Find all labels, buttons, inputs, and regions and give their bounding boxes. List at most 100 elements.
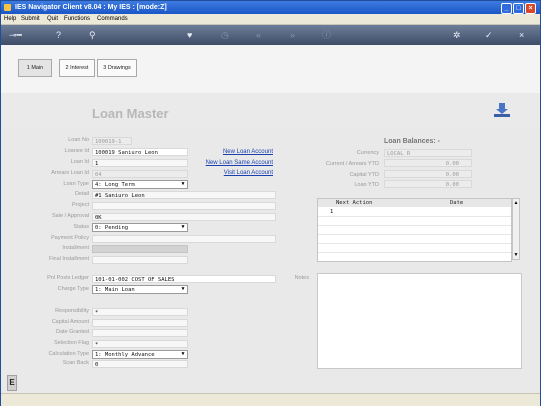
loanee-id-label: Loanee Id bbox=[64, 148, 89, 154]
date-column-header: Date bbox=[450, 200, 464, 206]
grid-header: Next Action Date bbox=[318, 199, 511, 207]
table-row[interactable]: 1 bbox=[318, 208, 511, 217]
grid-scrollbar[interactable]: ▲ ▼ bbox=[512, 198, 520, 260]
status-bar bbox=[1, 393, 540, 406]
next-action-grid: Next Action Date 1 bbox=[317, 198, 512, 262]
menu-submit[interactable]: Submit bbox=[21, 16, 40, 22]
installment-label: Installment bbox=[62, 245, 89, 251]
responsibility-label: Responsibility bbox=[55, 308, 89, 314]
visit-loan-account-link[interactable]: Visit Loan Account bbox=[224, 170, 273, 176]
app-window: IES Navigator Client v8.04 : My IES : [m… bbox=[0, 0, 541, 406]
project-label: Project bbox=[71, 202, 89, 208]
key-icon[interactable]: ⊸━ bbox=[9, 29, 22, 41]
loan-id-label: Loan Id bbox=[70, 159, 89, 165]
date-granted-label: Date Granted bbox=[55, 329, 89, 335]
table-row[interactable] bbox=[318, 217, 511, 226]
selection-flag-field[interactable]: * bbox=[92, 340, 188, 348]
loanee-id-field[interactable]: 100019 Saniuro Leon bbox=[92, 148, 188, 156]
arrears-loan-id-field: 04 bbox=[92, 170, 188, 178]
heart-icon[interactable]: ♥ bbox=[187, 29, 192, 41]
detail-field[interactable]: #1 Saniuro Leon bbox=[92, 191, 276, 199]
calculation-type-label: Calculation Type bbox=[48, 351, 89, 357]
scroll-up-icon[interactable]: ▲ bbox=[513, 199, 519, 207]
page-heading: Loan Master bbox=[1, 93, 540, 129]
calculation-type-select[interactable]: 1: Monthly Advance ▼ bbox=[92, 350, 188, 359]
sale-approval-label: Sale / Approval bbox=[52, 213, 89, 219]
capital-ytd-field: 0.00 bbox=[384, 170, 472, 178]
loan-id-field[interactable]: 1 bbox=[92, 159, 188, 167]
help-icon[interactable]: ? bbox=[56, 29, 61, 41]
search-icon[interactable]: ⚲ bbox=[89, 29, 96, 41]
loan-type-select[interactable]: 4: Long Term ▼ bbox=[92, 180, 188, 189]
gear-icon[interactable]: ✲ bbox=[453, 29, 461, 41]
tab-interest[interactable]: 2 Interest bbox=[59, 59, 95, 77]
side-badge[interactable]: E bbox=[7, 375, 17, 391]
charge-type-select[interactable]: 1: Main Loan ▼ bbox=[92, 285, 188, 294]
table-row[interactable] bbox=[318, 235, 511, 244]
loan-no-label: Loan No bbox=[68, 137, 89, 143]
tab-main[interactable]: 1 Main bbox=[18, 59, 52, 77]
app-icon bbox=[4, 4, 11, 11]
status-value: 0: Pending bbox=[95, 225, 129, 231]
rewind-icon[interactable]: « bbox=[256, 29, 261, 41]
chevron-down-icon: ▼ bbox=[181, 286, 185, 292]
chevron-down-icon: ▼ bbox=[181, 351, 185, 357]
charge-type-value: 1: Main Loan bbox=[95, 287, 135, 293]
calculation-type-value: 1: Monthly Advance bbox=[95, 352, 155, 358]
next-action-column-header: Next Action bbox=[336, 200, 373, 206]
current-arrears-ytd-field: 0.00 bbox=[384, 159, 472, 167]
loan-type-value: 4: Long Term bbox=[95, 182, 135, 188]
table-row[interactable] bbox=[318, 244, 511, 253]
pnl-posts-ledger-field[interactable]: 101-01-002 COST OF SALES bbox=[92, 275, 276, 283]
selection-flag-label: Selection Flag bbox=[54, 340, 89, 346]
loan-ytd-field: 0.00 bbox=[384, 180, 472, 188]
sale-approval-field[interactable]: 0K bbox=[92, 213, 276, 221]
clock-icon[interactable]: ◷ bbox=[221, 29, 229, 41]
minimize-button[interactable]: _ bbox=[501, 3, 512, 14]
final-installment-field[interactable] bbox=[92, 256, 188, 264]
check-icon[interactable]: ✓ bbox=[485, 29, 493, 41]
chevron-down-icon: ▼ bbox=[181, 224, 185, 230]
notes-textarea[interactable] bbox=[317, 273, 522, 369]
title-bar: IES Navigator Client v8.04 : My IES : [m… bbox=[1, 1, 540, 14]
download-icon[interactable] bbox=[493, 101, 511, 119]
date-granted-field[interactable] bbox=[92, 329, 188, 337]
status-select[interactable]: 0: Pending ▼ bbox=[92, 223, 188, 232]
final-installment-label: Final Installment bbox=[48, 256, 89, 262]
toolbar: ⊸━ ? ⚲ ♥ ◷ « » ⓘ ✲ ✓ × bbox=[1, 25, 540, 45]
capital-amount-field[interactable] bbox=[92, 319, 188, 327]
close-icon[interactable]: × bbox=[519, 29, 524, 41]
table-row[interactable] bbox=[318, 226, 511, 235]
menu-commands[interactable]: Commands bbox=[97, 16, 128, 22]
loan-no-field: 100019-1 bbox=[92, 137, 132, 145]
menu-bar: Help Submit Quit Functions Commands bbox=[1, 14, 540, 25]
current-arrears-ytd-label: Current / Arrears YTD bbox=[325, 161, 379, 167]
payment-policy-field[interactable] bbox=[92, 235, 276, 243]
loan-balances-heading: Loan Balances: - bbox=[384, 138, 441, 145]
fast-forward-icon[interactable]: » bbox=[290, 29, 295, 41]
maximize-button[interactable]: □ bbox=[513, 3, 524, 14]
menu-quit[interactable]: Quit bbox=[47, 16, 58, 22]
chevron-down-icon: ▼ bbox=[181, 181, 185, 187]
scan-back-field[interactable]: 0 bbox=[92, 360, 188, 368]
responsibility-field[interactable]: * bbox=[92, 308, 188, 316]
arrears-loan-id-label: Arrears Loan Id bbox=[51, 170, 89, 176]
capital-ytd-label: Capital YTD bbox=[349, 172, 379, 178]
window-title: IES Navigator Client v8.04 : My IES : [m… bbox=[15, 4, 167, 11]
notes-label: Notes bbox=[294, 275, 309, 281]
currency-label: Currency bbox=[356, 150, 379, 156]
scan-back-label: Scan Back bbox=[62, 360, 89, 366]
info-icon[interactable]: ⓘ bbox=[322, 29, 331, 41]
new-loan-same-account-link[interactable]: New Loan Same Account bbox=[206, 160, 273, 166]
capital-amount-label: Capital Amount bbox=[51, 319, 89, 325]
close-button[interactable]: × bbox=[525, 3, 536, 14]
currency-field: LOCAL R bbox=[384, 149, 472, 157]
new-loan-account-link[interactable]: New Loan Account bbox=[223, 149, 273, 155]
menu-functions[interactable]: Functions bbox=[64, 16, 90, 22]
scroll-down-icon[interactable]: ▼ bbox=[513, 251, 519, 259]
loan-ytd-label: Loan YTD bbox=[354, 182, 379, 188]
menu-help[interactable]: Help bbox=[4, 16, 16, 22]
project-field[interactable] bbox=[92, 202, 276, 210]
tab-drawings[interactable]: 3 Drawings bbox=[97, 59, 137, 77]
status-label: Status bbox=[73, 224, 89, 230]
